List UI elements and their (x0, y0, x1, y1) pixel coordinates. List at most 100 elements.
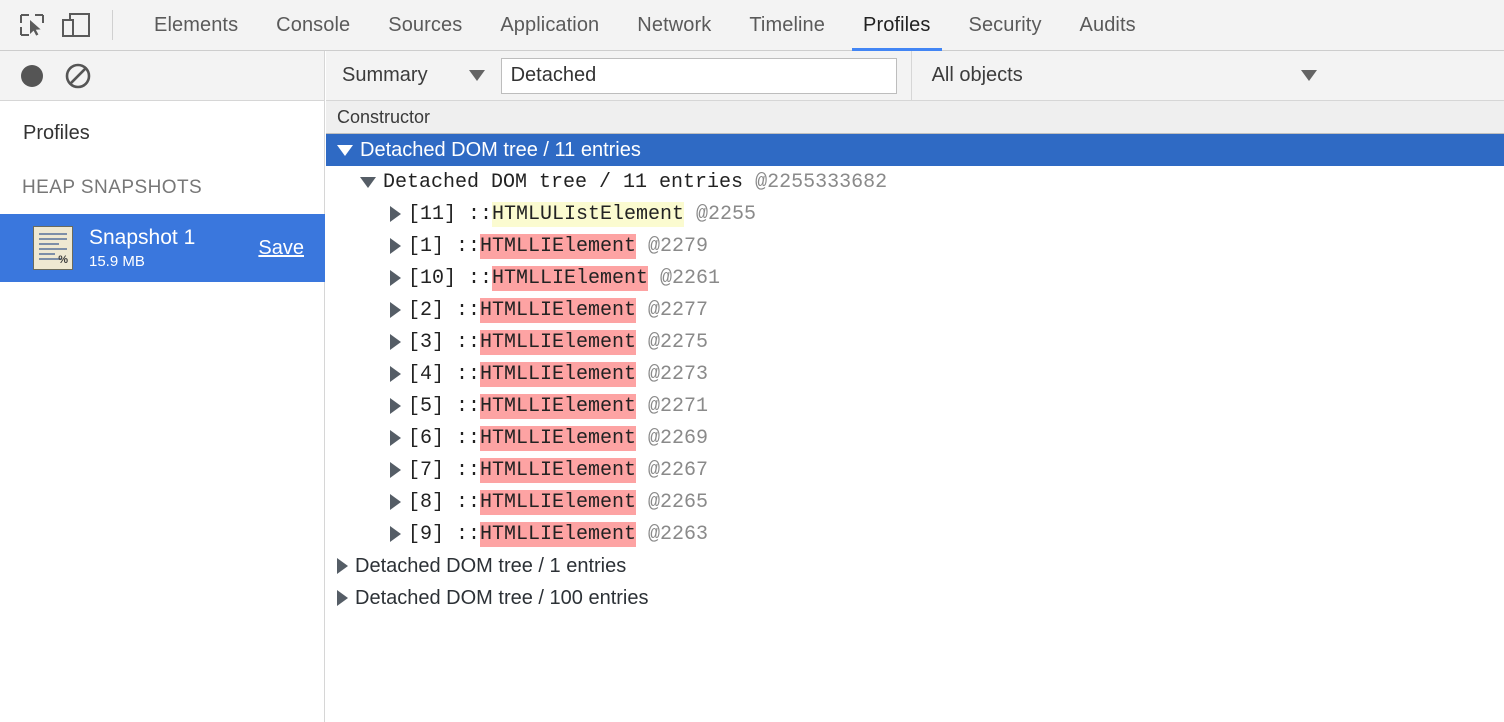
tree-row[interactable]: Detached DOM tree / 11 entries @22553336… (326, 166, 1504, 198)
tree-row[interactable]: Detached DOM tree / 100 entries (326, 582, 1504, 614)
objects-scope-select[interactable]: All objects (911, 51, 1329, 100)
tree-row[interactable]: [9] :: HTMLLIElement @2263 (326, 518, 1504, 550)
triangle-collapsed-icon[interactable] (390, 334, 401, 350)
heap-toolbar: Summary All objects (326, 51, 1504, 101)
triangle-collapsed-icon[interactable] (390, 462, 401, 478)
tree-row-index: [8] :: (408, 491, 480, 514)
tab-label: Elements (154, 14, 238, 37)
tree-row-label: HTMLLIElement (480, 362, 636, 387)
tree-row-label: HTMLLIElement (480, 234, 636, 259)
tree-row[interactable]: [1] :: HTMLLIElement @2279 (326, 230, 1504, 262)
percent-glyph: % (58, 254, 68, 266)
triangle-collapsed-icon[interactable] (390, 238, 401, 254)
tree-row[interactable]: [4] :: HTMLLIElement @2273 (326, 358, 1504, 390)
tree-row-label: HTMLLIElement (480, 298, 636, 323)
triangle-collapsed-icon[interactable] (390, 270, 401, 286)
triangle-collapsed-icon[interactable] (390, 526, 401, 542)
heap-snapshot-icon: % (33, 226, 73, 270)
triangle-collapsed-icon[interactable] (390, 206, 401, 222)
tree-row-label: HTMLLIElement (480, 490, 636, 515)
tab-label: Network (637, 14, 711, 37)
tree-row-object-id: @2277 (636, 299, 708, 322)
tree-row-label: Detached DOM tree / 100 entries (355, 587, 648, 610)
devtools-tabbar: Elements Console Sources Application Net… (0, 0, 1504, 51)
tree-row-object-id: @2271 (636, 395, 708, 418)
tree-row-object-id: @2263 (636, 523, 708, 546)
constructors-tree: Detached DOM tree / 11 entriesDetached D… (326, 134, 1504, 614)
tab-label: Timeline (749, 14, 825, 37)
devtools-window: Elements Console Sources Application Net… (0, 0, 1504, 722)
toolbar-divider (112, 10, 113, 40)
tree-row-label: HTMLLIElement (480, 522, 636, 547)
view-mode-label: Summary (342, 64, 428, 87)
tree-row-index: [11] :: (408, 203, 492, 226)
snapshot-name: Snapshot 1 (89, 226, 258, 250)
tree-row-label: HTMLLIElement (480, 426, 636, 451)
tab-audits[interactable]: Audits (1061, 0, 1155, 51)
view-mode-select[interactable]: Summary (326, 51, 485, 100)
triangle-expanded-icon[interactable] (337, 145, 353, 156)
tree-row-label: Detached DOM tree / 11 entries (360, 139, 641, 162)
tree-row-index: [2] :: (408, 299, 480, 322)
tree-row[interactable]: Detached DOM tree / 1 entries (326, 550, 1504, 582)
tree-row-object-id: @2269 (636, 427, 708, 450)
tab-label: Application (500, 14, 599, 37)
tree-row-label: HTMLLIElement (480, 330, 636, 355)
record-circle-icon[interactable] (9, 51, 55, 100)
chevron-down-icon (469, 70, 485, 81)
tab-timeline[interactable]: Timeline (730, 0, 844, 51)
tree-row-object-id: @2265 (636, 491, 708, 514)
triangle-collapsed-icon[interactable] (337, 590, 348, 606)
inspect-cursor-icon[interactable] (10, 0, 54, 50)
tab-application[interactable]: Application (481, 0, 618, 51)
tab-sources[interactable]: Sources (369, 0, 481, 51)
triangle-collapsed-icon[interactable] (390, 366, 401, 382)
tree-row[interactable]: [8] :: HTMLLIElement @2265 (326, 486, 1504, 518)
objects-scope-label: All objects (932, 64, 1023, 87)
tree-row[interactable]: [2] :: HTMLLIElement @2277 (326, 294, 1504, 326)
tree-row[interactable]: [10] :: HTMLLIElement @2261 (326, 262, 1504, 294)
tree-row-index: [1] :: (408, 235, 480, 258)
triangle-expanded-icon[interactable] (360, 177, 376, 188)
tab-elements[interactable]: Elements (135, 0, 257, 51)
tree-row-label: HTMLLIElement (480, 394, 636, 419)
tree-row-object-id: @2255333682 (743, 171, 887, 194)
panel-tabs: Elements Console Sources Application Net… (135, 0, 1155, 51)
tree-row[interactable]: Detached DOM tree / 11 entries (326, 134, 1504, 166)
snapshot-size: 15.9 MB (89, 253, 258, 270)
triangle-collapsed-icon[interactable] (337, 558, 348, 574)
tree-row[interactable]: [6] :: HTMLLIElement @2269 (326, 422, 1504, 454)
class-filter-input[interactable] (501, 58, 897, 94)
tree-row-index: [7] :: (408, 459, 480, 482)
tab-label: Audits (1080, 14, 1136, 37)
triangle-collapsed-icon[interactable] (390, 302, 401, 318)
tree-row[interactable]: [5] :: HTMLLIElement @2271 (326, 390, 1504, 422)
tree-row-object-id: @2279 (636, 235, 708, 258)
triangle-collapsed-icon[interactable] (390, 430, 401, 446)
tab-label: Profiles (863, 14, 931, 37)
tree-row[interactable]: [3] :: HTMLLIElement @2275 (326, 326, 1504, 358)
sidebar-toolbar (0, 51, 324, 101)
tab-security[interactable]: Security (950, 0, 1061, 51)
tab-console[interactable]: Console (257, 0, 369, 51)
heap-profiler-panel: Summary All objects Constructor Detached… (326, 51, 1504, 722)
tree-row[interactable]: [11] :: HTMLULIstElement @2255 (326, 198, 1504, 230)
tree-row-object-id: @2275 (636, 331, 708, 354)
triangle-collapsed-icon[interactable] (390, 398, 401, 414)
tree-row-index: [6] :: (408, 427, 480, 450)
triangle-collapsed-icon[interactable] (390, 494, 401, 510)
column-header-label: Constructor (337, 107, 430, 128)
sidebar-item-snapshot-1[interactable]: % Snapshot 1 15.9 MB Save (0, 214, 325, 282)
tree-row-index: [4] :: (408, 363, 480, 386)
column-header-constructor[interactable]: Constructor (326, 101, 1504, 134)
tree-row-label: HTMLLIElement (492, 266, 648, 291)
tab-profiles[interactable]: Profiles (844, 0, 950, 51)
save-snapshot-link[interactable]: Save (258, 237, 304, 260)
clear-no-entry-icon[interactable] (55, 51, 101, 100)
device-toolbar-icon[interactable] (54, 0, 98, 50)
tree-row-label: Detached DOM tree / 11 entries (383, 171, 743, 194)
tab-label: Sources (388, 14, 462, 37)
tab-network[interactable]: Network (618, 0, 730, 51)
tree-row[interactable]: [7] :: HTMLLIElement @2267 (326, 454, 1504, 486)
chevron-down-icon (1301, 70, 1317, 81)
